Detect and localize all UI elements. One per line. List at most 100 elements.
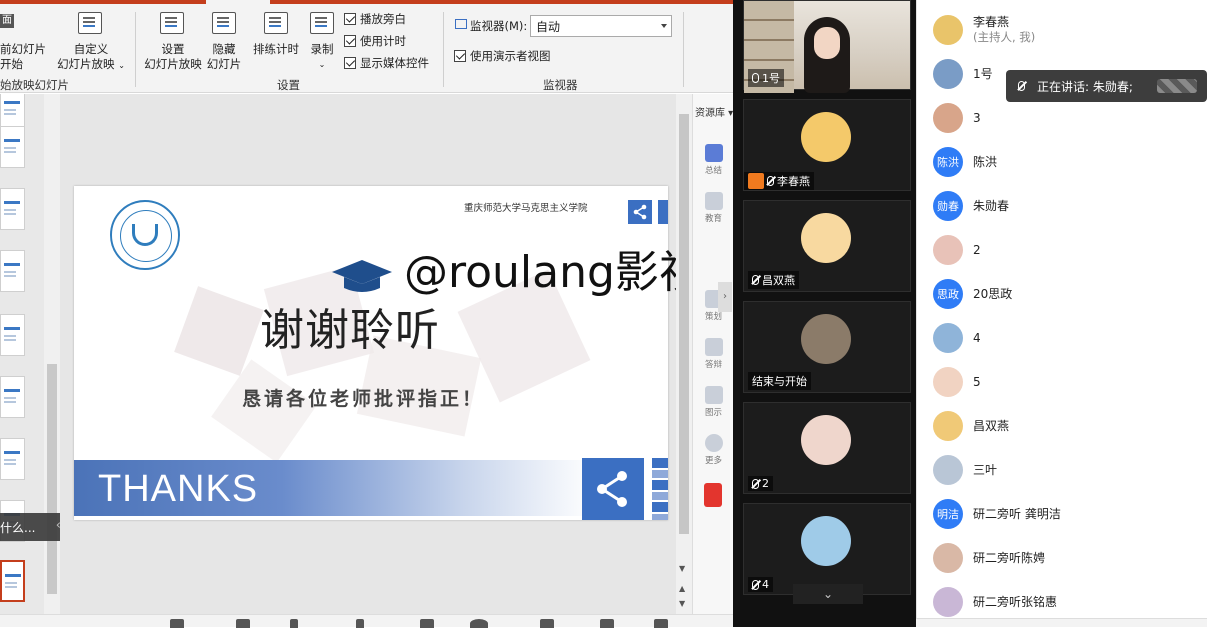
participant-row[interactable]: 1号 — [933, 56, 993, 92]
slide-thumbnail[interactable] — [0, 438, 25, 480]
ribbon: 面 前幻灯片 开始 自定义 幻灯片放映 ⌄ 始放映幻灯片 设置 幻灯片放映 隐藏… — [0, 0, 733, 93]
defense-icon — [704, 338, 723, 356]
hide-slide-button[interactable]: 隐藏 幻灯片 — [203, 42, 245, 72]
play-narration-checkbox[interactable]: 播放旁白 — [344, 11, 406, 27]
monitor-select[interactable]: 自动 — [530, 15, 672, 37]
video-tile[interactable]: 结束与开始 — [743, 301, 911, 393]
resource-defense-item[interactable]: 答辩 — [693, 338, 734, 370]
participant-row[interactable]: 2 — [933, 232, 981, 268]
slide-subtitle: 恳请各位老师批评指正！ — [242, 388, 485, 410]
hide-label-1: 隐藏 — [212, 42, 236, 56]
slide-thumbnail[interactable] — [0, 250, 25, 292]
decorative-stripe — [658, 200, 668, 224]
chevron-down-icon: ⌄ — [318, 60, 326, 69]
group-separator — [683, 12, 684, 87]
summary-icon — [704, 144, 723, 162]
slide-title: 谢谢聆听 — [260, 305, 440, 356]
next-slide-icon[interactable]: ▼ — [679, 599, 685, 608]
group-label-start: 始放映幻灯片 — [0, 78, 69, 92]
show-media-controls-checkbox[interactable]: 显示媒体控件 — [344, 55, 429, 71]
resource-diagram-item[interactable]: 图示 — [693, 386, 734, 418]
participant-row[interactable]: 研二旁听张铭惠 — [933, 584, 1057, 620]
slide-thumbnail[interactable] — [0, 94, 25, 130]
avatar: 勋春 — [933, 191, 963, 221]
avatar — [801, 516, 851, 566]
resource-library-label[interactable]: 资源库 ▾ — [695, 104, 733, 119]
avatar — [801, 112, 851, 162]
video-tile-camera[interactable]: 1号 — [743, 0, 911, 93]
participant-row[interactable]: 3 — [933, 100, 981, 136]
presenter-view-checkbox[interactable]: 使用演示者视图 — [454, 48, 551, 64]
video-tile[interactable]: 李春燕 — [743, 99, 911, 191]
thanks-text: THANKS — [98, 468, 259, 510]
group-label-setup: 设置 — [277, 78, 300, 92]
hide-slide-icon — [212, 12, 236, 34]
use-timings-checkbox[interactable]: 使用计时 — [344, 33, 406, 49]
setup-label-2: 幻灯片放映 — [144, 57, 202, 71]
microphone-muted-icon — [752, 478, 759, 489]
slide-thumbnail[interactable] — [0, 314, 25, 356]
slide-vertical-scrollbar[interactable]: ▼ ▲ ▼ — [676, 94, 692, 614]
video-tile[interactable]: 4 — [743, 503, 911, 595]
diagram-icon — [704, 386, 723, 404]
rehearse-timings-icon — [264, 12, 288, 34]
avatar — [933, 455, 963, 485]
participant-row[interactable]: 研二旁听陈娉 — [933, 540, 1045, 576]
chevron-right-icon[interactable]: › — [718, 282, 732, 312]
resource-more-item[interactable]: 更多 — [693, 434, 734, 466]
show-media-controls-label: 显示媒体控件 — [360, 56, 429, 70]
search-tip-text: 什么... — [0, 521, 36, 535]
avatar — [933, 543, 963, 573]
participant-row[interactable]: 勋春 朱勋春 — [933, 188, 1009, 224]
setup-slideshow-button[interactable]: 设置 幻灯片放映 — [142, 42, 204, 72]
microphone-muted-icon — [767, 176, 774, 186]
monitor-label: 监视器(M): — [470, 19, 528, 33]
custom-label-2: 幻灯片放映 — [57, 57, 115, 71]
resource-education-item[interactable]: 教育 — [693, 192, 734, 224]
record-button[interactable]: 录制 ⌄ — [302, 42, 342, 72]
red-envelope-icon[interactable] — [704, 483, 722, 507]
video-tile[interactable]: 2 — [743, 402, 911, 494]
video-tile-label: 昌双燕 — [748, 271, 799, 289]
video-tile-label: 2 — [748, 476, 773, 491]
slide-thumbnail[interactable] — [0, 126, 25, 168]
from-current-label-2: 开始 — [0, 57, 23, 71]
custom-slideshow-button[interactable]: 自定义 幻灯片放映 ⌄ — [55, 42, 127, 73]
education-icon — [704, 192, 723, 210]
participant-role: (主持人, 我) — [973, 30, 1036, 44]
monitor-icon — [455, 19, 467, 29]
video-tile[interactable]: 昌双燕 — [743, 200, 911, 292]
graduation-cap-icon — [330, 256, 394, 296]
participant-row[interactable]: 李春燕 (主持人, 我) — [933, 12, 1035, 48]
resource-summary-label: 总结 — [704, 166, 722, 176]
video-column: 1号 李春燕 昌双燕 结束与开始 2 4 — [733, 0, 916, 627]
university-logo — [110, 200, 180, 270]
arrow-down-icon[interactable]: ▼ — [679, 564, 685, 573]
chevron-down-icon: ⌄ — [118, 61, 125, 70]
slide-thumbnail-selected[interactable] — [0, 560, 25, 602]
slide-thumbnail[interactable] — [0, 376, 25, 418]
custom-slideshow-icon — [78, 12, 102, 34]
participant-row[interactable]: 三叶 — [933, 452, 997, 488]
participant-row[interactable]: 4 — [933, 320, 981, 356]
participant-row[interactable]: 昌双燕 — [933, 408, 1009, 444]
participant-name: 研二旁听张铭惠 — [973, 594, 1058, 609]
resource-summary-item[interactable]: 总结 — [693, 144, 734, 176]
prev-slide-icon[interactable]: ▲ — [679, 584, 685, 593]
participant-row[interactable]: 5 — [933, 364, 981, 400]
video-tile-label: 李春燕 — [744, 172, 814, 190]
avatar — [933, 15, 963, 45]
custom-label-1: 自定义 — [73, 42, 109, 56]
rehearse-timings-button[interactable]: 排练计时 — [250, 42, 302, 57]
chevron-down-icon[interactable]: ⌄ — [793, 584, 863, 604]
from-current-label-1: 前幻灯片 — [0, 42, 46, 56]
from-current-slide-button[interactable]: 前幻灯片 开始 — [0, 42, 50, 72]
host-icon — [748, 173, 764, 189]
avatar — [801, 314, 851, 364]
participant-row[interactable]: 思政 20思政 — [933, 276, 1012, 312]
setup-label-1: 设置 — [161, 42, 185, 56]
slide-thumbnail[interactable] — [0, 188, 25, 230]
participant-row[interactable]: 明洁 研二旁听 龚明洁 — [933, 496, 1061, 532]
participant-row[interactable]: 陈洪 陈洪 — [933, 144, 997, 180]
avatar: 思政 — [933, 279, 963, 309]
